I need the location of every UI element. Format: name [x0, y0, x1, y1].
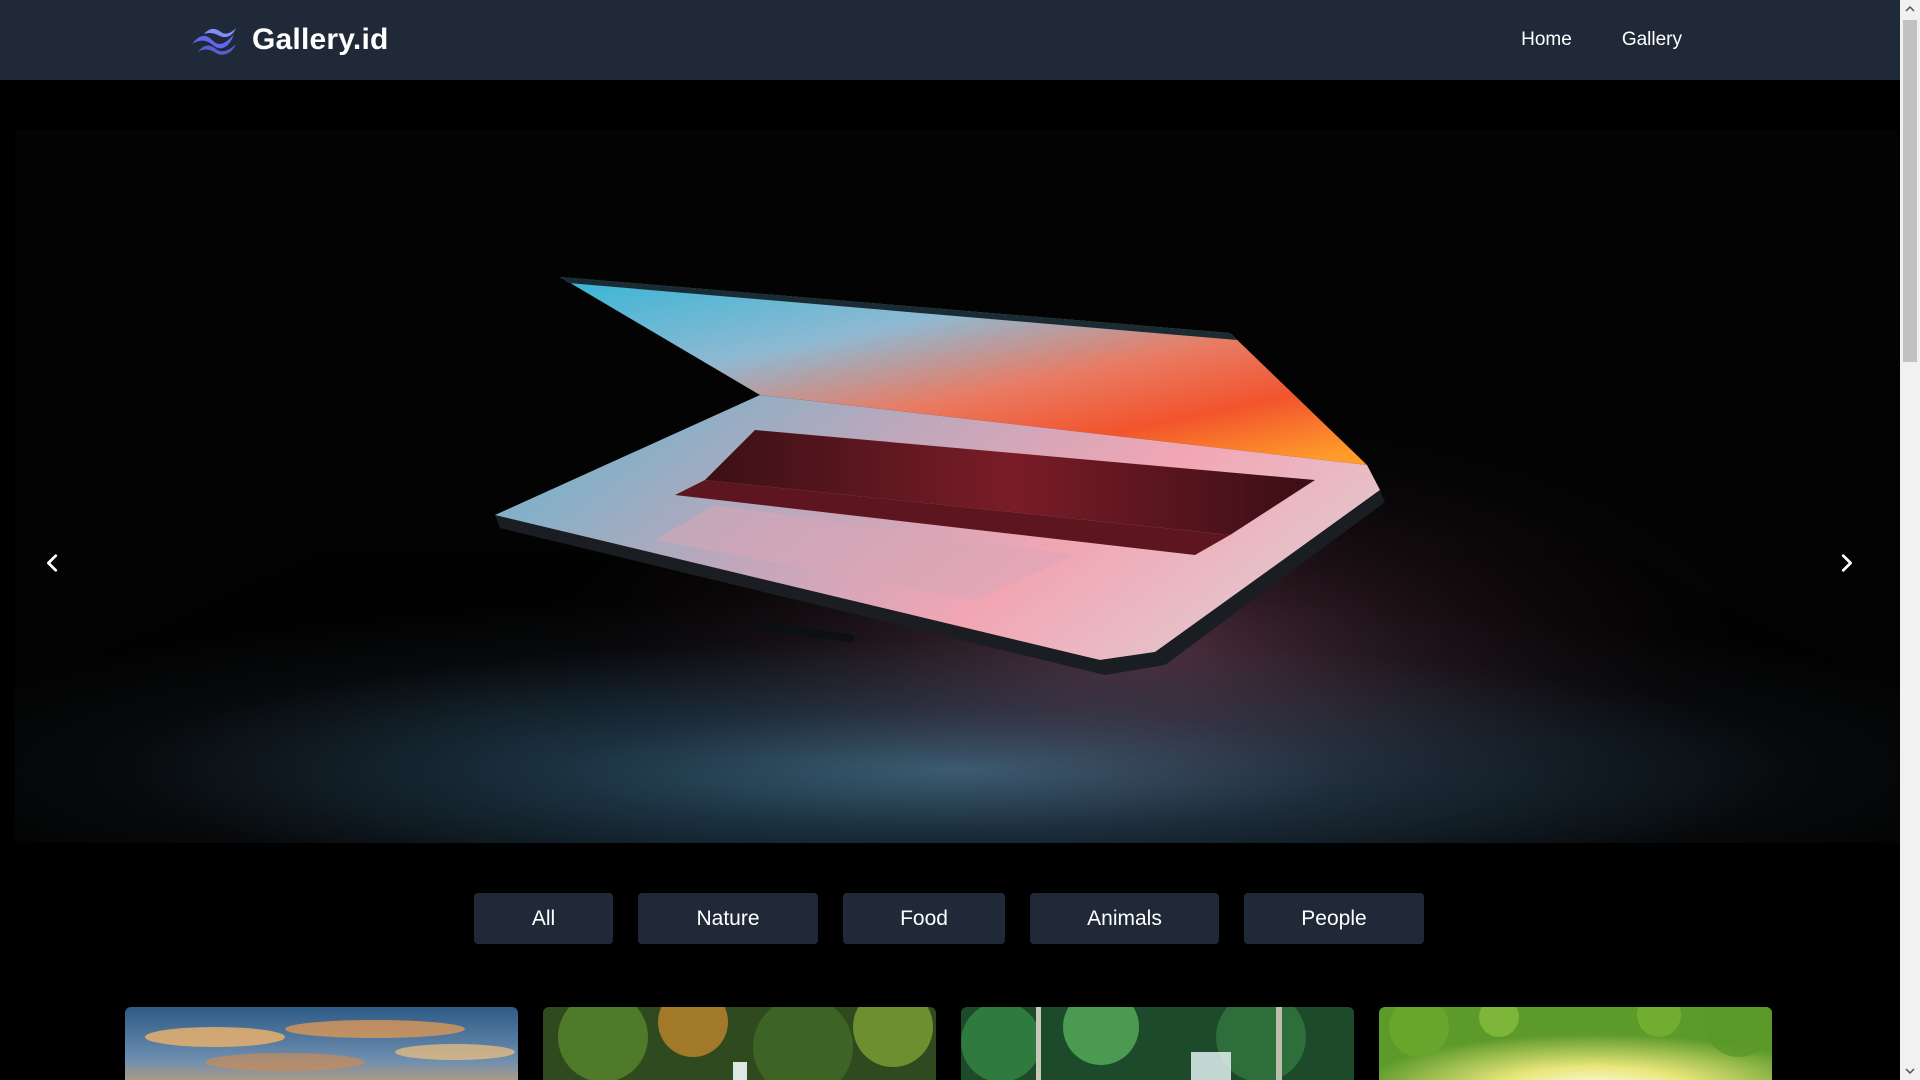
sunlit-leaves-photo: [1379, 1007, 1772, 1080]
scrollbar-thumb[interactable]: [1903, 20, 1917, 362]
hero-top-band: [0, 80, 1900, 130]
carousel-next-button[interactable]: [1828, 545, 1864, 581]
filter-people-button[interactable]: People: [1244, 893, 1424, 944]
nav-menu: Home Gallery: [1521, 0, 1682, 80]
gallery-item[interactable]: [543, 1007, 936, 1080]
chevron-right-icon: [1841, 554, 1852, 572]
hero-carousel: [0, 80, 1900, 843]
carousel-prev-button[interactable]: [35, 545, 71, 581]
navbar: Gallery.id Home Gallery: [0, 0, 1900, 80]
page-scrollbar[interactable]: [1900, 0, 1920, 1080]
forest-waterfall-photo: [543, 1007, 936, 1080]
laptop-photo: [15, 130, 1900, 843]
filter-food-button[interactable]: Food: [843, 893, 1005, 944]
category-filters: All Nature Food Animals People: [0, 893, 1900, 944]
gallery-item[interactable]: [961, 1007, 1354, 1080]
nav-link-gallery[interactable]: Gallery: [1622, 29, 1682, 51]
gallery-grid: [125, 1007, 1775, 1080]
gallery-item[interactable]: [125, 1007, 518, 1080]
gallery-item[interactable]: [1379, 1007, 1772, 1080]
scroll-up-arrow-icon[interactable]: [1900, 0, 1920, 18]
brand[interactable]: Gallery.id: [190, 20, 389, 60]
filter-nature-button[interactable]: Nature: [638, 893, 818, 944]
filter-animals-button[interactable]: Animals: [1030, 893, 1219, 944]
wave-logo-icon: [192, 28, 236, 55]
jungle-waterfall-photo: [961, 1007, 1354, 1080]
hero-image: [15, 130, 1900, 843]
filter-all-button[interactable]: All: [474, 893, 613, 944]
page: Gallery.id Home Gallery All Nature Food …: [0, 0, 1920, 1080]
nav-link-home[interactable]: Home: [1521, 29, 1572, 51]
brand-name: Gallery.id: [252, 23, 389, 56]
scroll-down-arrow-icon[interactable]: [1900, 1062, 1920, 1080]
sunset-sky-photo: [125, 1007, 518, 1080]
chevron-left-icon: [47, 554, 58, 572]
